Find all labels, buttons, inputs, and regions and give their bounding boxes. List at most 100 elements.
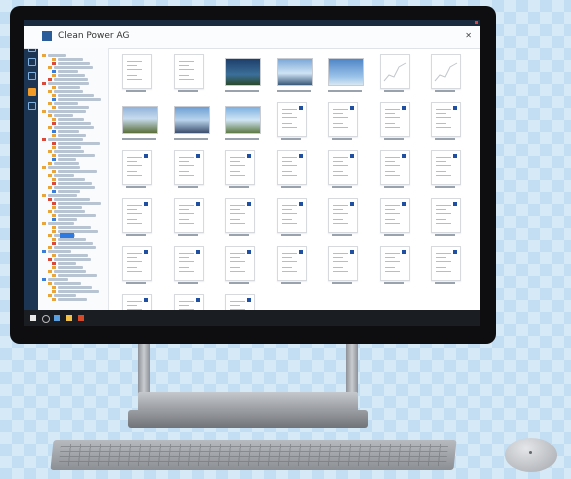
tree-item[interactable] (58, 106, 89, 109)
search-taskbar-icon[interactable] (42, 315, 50, 323)
tree-item[interactable] (58, 190, 80, 193)
file-tile[interactable] (122, 198, 152, 242)
tree-item[interactable] (54, 174, 74, 177)
tree-item[interactable] (58, 74, 85, 77)
app-taskbar-icon[interactable] (78, 315, 84, 321)
tree-item[interactable] (58, 254, 88, 257)
file-tile[interactable] (276, 198, 307, 242)
tree-item[interactable] (58, 238, 86, 241)
tree-item[interactable] (58, 122, 91, 125)
file-tile[interactable] (225, 150, 255, 194)
tree-item[interactable] (58, 154, 95, 157)
tree-item[interactable] (58, 118, 84, 121)
tree-item[interactable] (54, 150, 84, 153)
file-tile[interactable] (328, 150, 358, 194)
tree-item[interactable] (58, 262, 76, 265)
tree-item[interactable] (54, 102, 78, 105)
tree-item[interactable] (58, 182, 92, 185)
tree-item[interactable] (58, 178, 85, 181)
tree-item[interactable] (58, 134, 86, 137)
file-tile[interactable] (122, 150, 152, 194)
file-tile[interactable] (173, 198, 204, 242)
file-tile[interactable] (328, 198, 358, 242)
file-tile[interactable] (379, 198, 410, 242)
file-tile[interactable] (328, 54, 364, 98)
file-tile[interactable] (431, 102, 461, 146)
tree-item[interactable] (48, 82, 89, 85)
folder-icon[interactable] (28, 72, 36, 80)
file-tile[interactable] (225, 54, 261, 98)
file-tile[interactable] (173, 246, 204, 290)
file-tile[interactable] (431, 54, 461, 98)
tree-item[interactable] (48, 166, 80, 169)
file-tile[interactable] (431, 150, 461, 194)
settings-icon[interactable] (28, 102, 36, 110)
tree-item[interactable] (58, 286, 92, 289)
tree-item[interactable] (48, 250, 71, 253)
file-tile[interactable] (173, 54, 204, 98)
file-tile[interactable] (276, 246, 307, 290)
tree-item[interactable] (58, 266, 83, 269)
tree-item[interactable] (54, 270, 86, 273)
start-icon[interactable] (30, 315, 36, 321)
tree-item[interactable] (54, 210, 85, 213)
file-tile[interactable] (122, 102, 158, 146)
tree-item[interactable] (54, 258, 91, 261)
tree-item[interactable] (58, 70, 78, 73)
tree-item[interactable] (54, 246, 96, 249)
tree-item[interactable] (58, 142, 100, 145)
tree-item[interactable] (54, 114, 73, 117)
tree-item[interactable] (48, 278, 68, 281)
file-tile[interactable] (225, 198, 255, 242)
alert-icon[interactable] (28, 88, 36, 96)
file-tile[interactable] (173, 102, 210, 146)
tree-item[interactable] (58, 170, 97, 173)
tree-item[interactable] (58, 242, 93, 245)
tree-item[interactable] (58, 274, 97, 277)
tree-item[interactable] (58, 62, 90, 65)
file-tile[interactable] (122, 54, 152, 98)
file-tile[interactable] (276, 150, 307, 194)
tree-item[interactable] (54, 198, 90, 201)
file-tile[interactable] (276, 102, 307, 146)
tree-item[interactable] (58, 298, 87, 301)
tree-item[interactable] (58, 86, 80, 89)
tree-item[interactable] (58, 202, 101, 205)
tree-item[interactable] (54, 294, 76, 297)
tree-item[interactable] (58, 218, 77, 221)
window-close-control[interactable] (475, 21, 478, 24)
tree-item[interactable] (58, 98, 101, 101)
file-tile[interactable] (173, 150, 204, 194)
tree-item[interactable] (54, 90, 83, 93)
close-icon[interactable]: ✕ (465, 31, 472, 40)
file-tile[interactable] (379, 102, 410, 146)
tree-item[interactable] (54, 78, 88, 81)
folder-tree[interactable] (38, 48, 109, 310)
tree-item[interactable] (54, 282, 81, 285)
tree-item[interactable] (58, 158, 76, 161)
tree-item[interactable] (54, 162, 79, 165)
tree-item[interactable] (48, 110, 86, 113)
file-tile[interactable] (379, 150, 410, 194)
tree-item[interactable] (58, 226, 91, 229)
tree-item[interactable] (58, 214, 96, 217)
tree-item[interactable] (58, 94, 94, 97)
explorer-icon[interactable] (66, 315, 72, 321)
search-icon[interactable] (28, 58, 36, 66)
file-tile[interactable] (379, 54, 410, 98)
tree-item[interactable] (58, 130, 79, 133)
edge-icon[interactable] (54, 315, 60, 321)
file-tile[interactable] (431, 246, 461, 290)
tree-item[interactable] (54, 186, 95, 189)
tree-item[interactable] (48, 194, 77, 197)
tree-item[interactable] (48, 222, 74, 225)
file-tile[interactable] (122, 246, 152, 290)
file-tile[interactable] (328, 246, 358, 290)
tree-item[interactable] (58, 146, 81, 149)
file-tile[interactable] (328, 102, 358, 146)
tree-item[interactable] (58, 58, 83, 61)
file-tile[interactable] (225, 102, 261, 146)
tree-item[interactable] (48, 54, 66, 57)
tree-item[interactable] (54, 126, 94, 129)
tree-item[interactable] (54, 66, 93, 69)
